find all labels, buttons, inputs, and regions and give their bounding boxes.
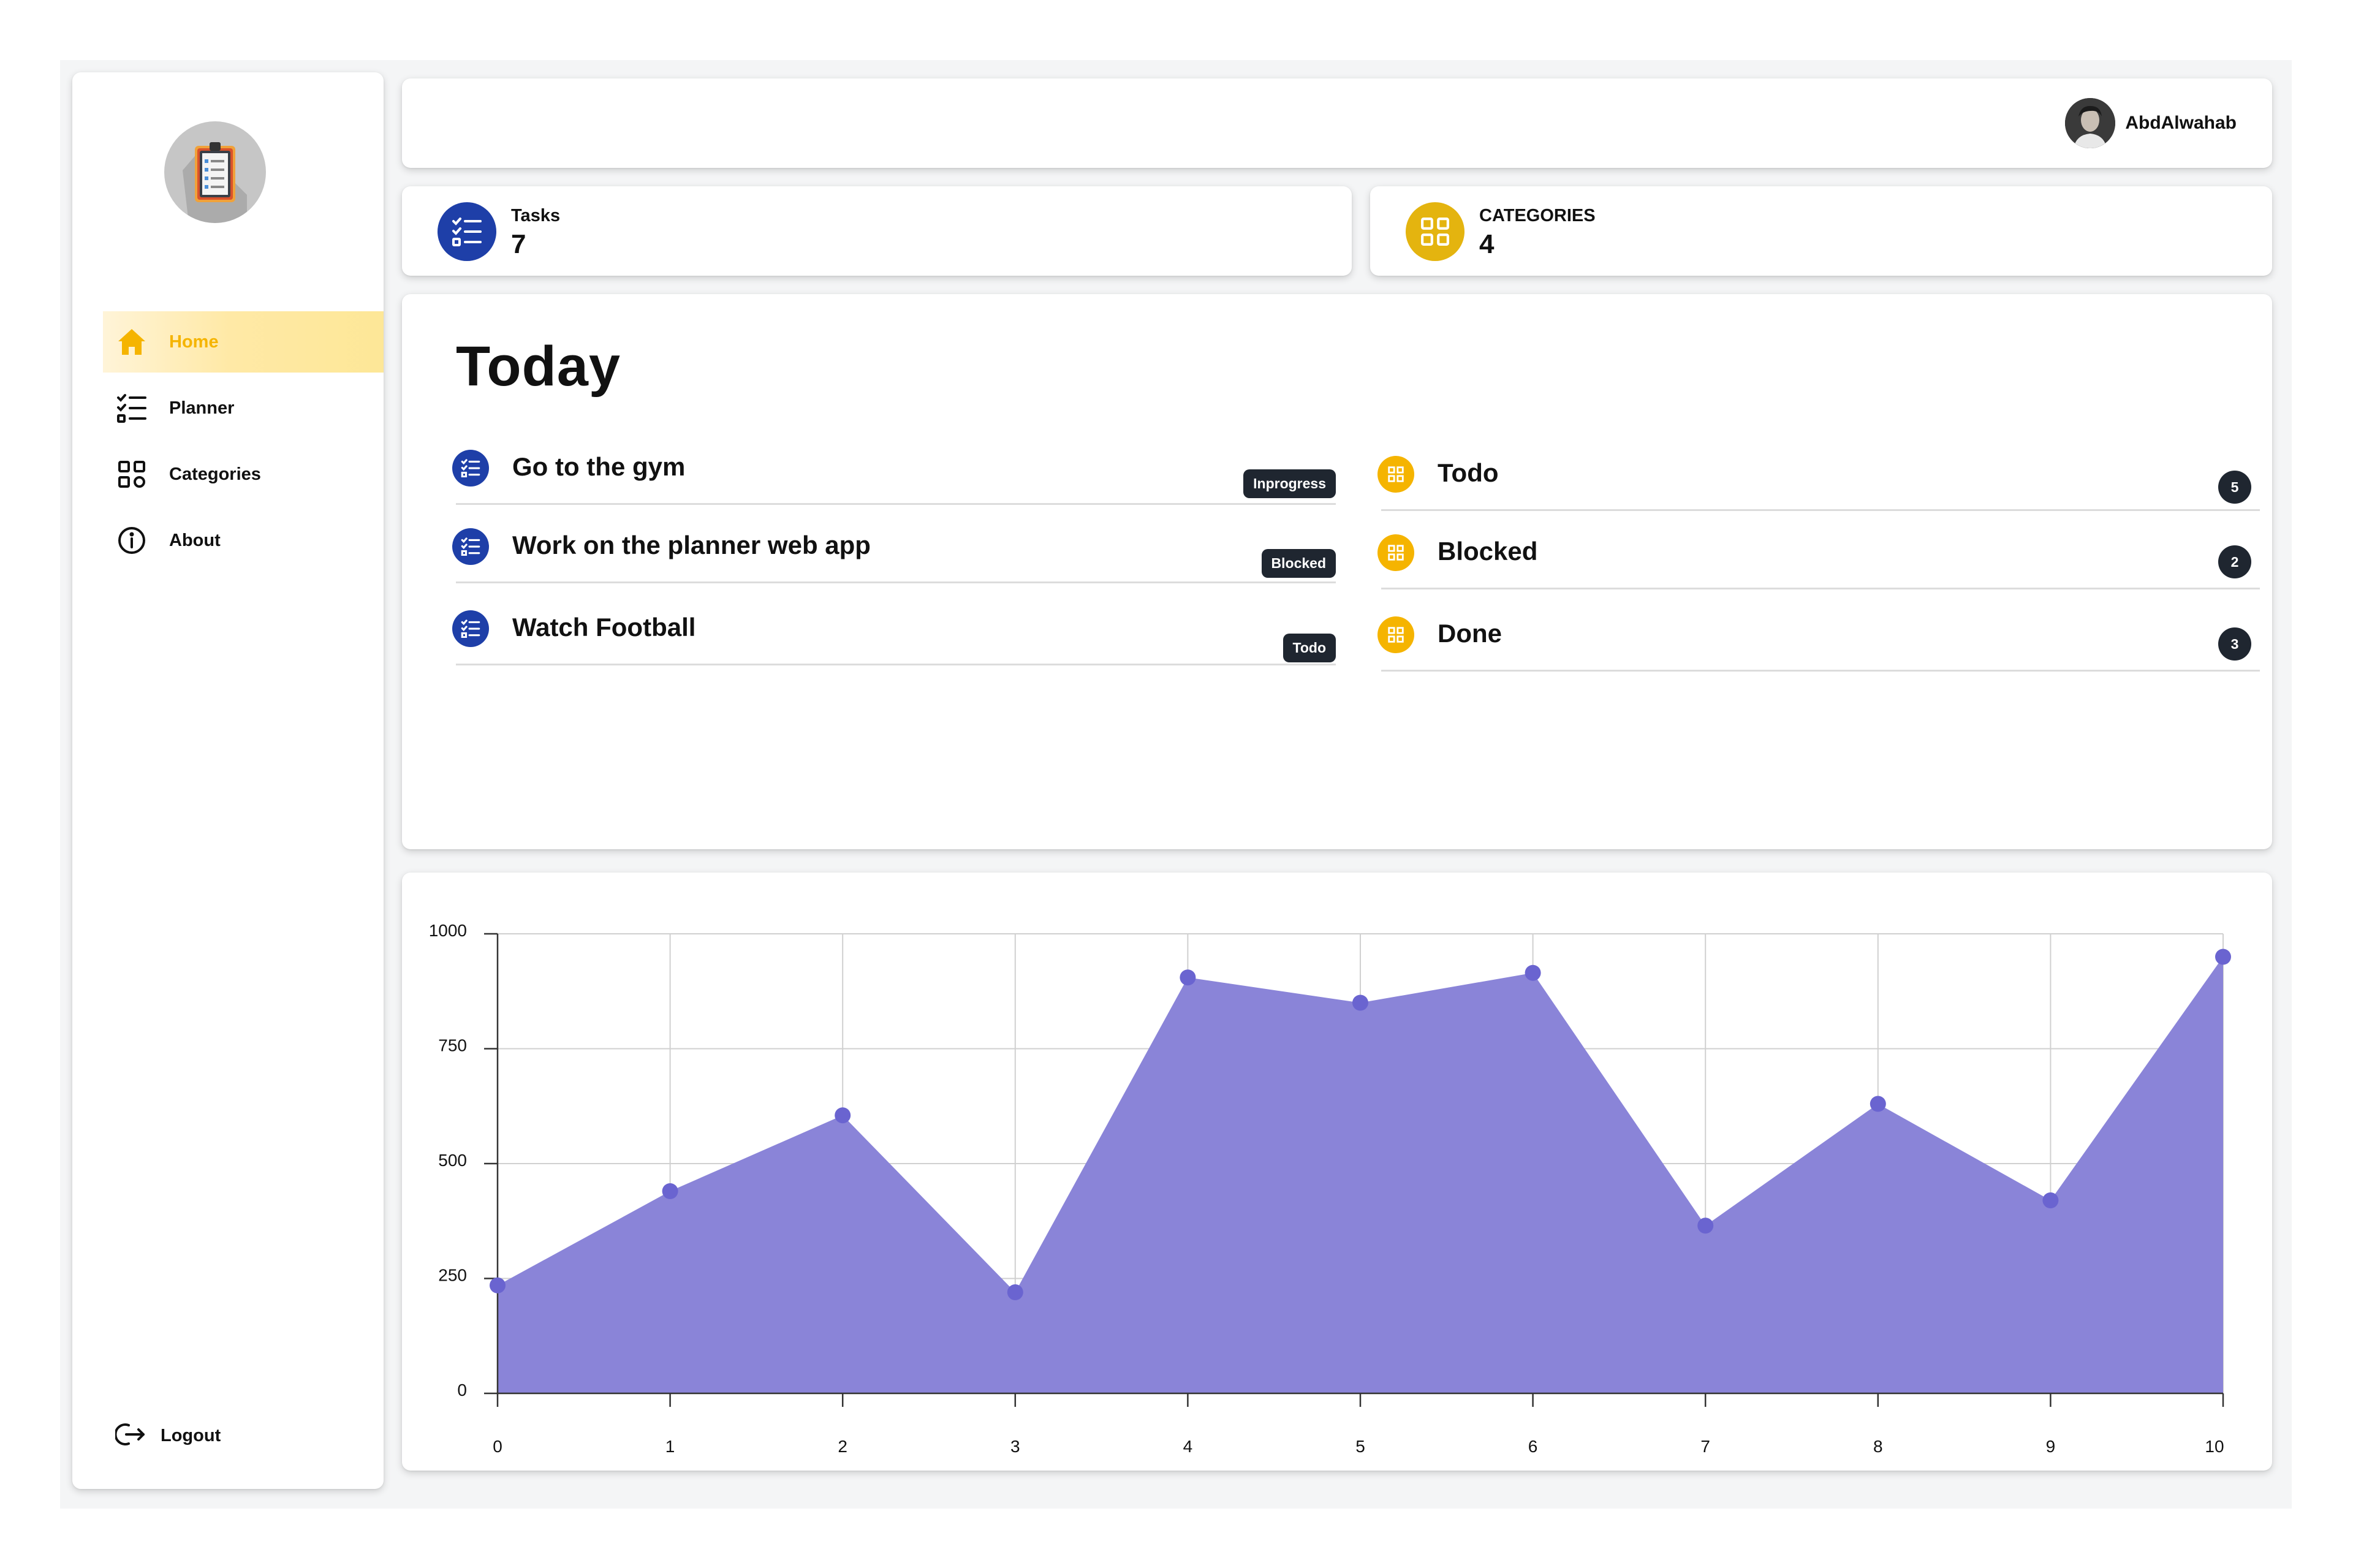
x-tick-label: 5 — [1355, 1437, 1365, 1456]
category-row[interactable]: Done 3 — [1377, 613, 2260, 672]
sidebar-item-about[interactable]: About — [103, 510, 384, 571]
area-series — [498, 956, 2223, 1393]
sidebar: Home Planner Categories About Logout — [72, 72, 384, 1489]
sidebar-item-label: Home — [169, 331, 219, 352]
data-point — [2215, 949, 2231, 965]
top-bar: AbdAlwahab — [402, 78, 2272, 168]
x-tick-label: 4 — [1183, 1437, 1193, 1456]
data-point — [1697, 1218, 1714, 1234]
data-point — [2042, 1192, 2059, 1208]
logout-icon — [114, 1420, 146, 1452]
grid-icon — [1377, 534, 1414, 571]
today-panel: Today Go to the gym Inprogress Work on t… — [402, 294, 2272, 849]
count-badge: 2 — [2218, 545, 2251, 578]
status-badge: Todo — [1283, 634, 1336, 662]
checklist-icon — [452, 610, 489, 647]
avatar — [2065, 98, 2116, 148]
checklist-icon — [452, 450, 489, 487]
grid-icon — [1377, 456, 1414, 493]
page-title: Today — [456, 335, 621, 398]
data-point — [835, 1107, 851, 1124]
x-tick-label: 10 — [2205, 1437, 2224, 1456]
task-name: Work on the planner web app — [512, 531, 871, 559]
area-chart: 0 250 500 750 1000 0 1 2 3 4 5 6 7 8 9 10 — [429, 921, 2231, 1456]
x-tick-label: 1 — [665, 1437, 675, 1456]
category-name: Done — [1438, 619, 1502, 648]
data-point — [1352, 994, 1368, 1011]
sidebar-item-label: Categories — [169, 464, 261, 484]
data-point — [1180, 969, 1196, 986]
x-tick-label: 0 — [493, 1437, 502, 1456]
sidebar-item-planner[interactable]: Planner — [103, 377, 384, 439]
logout-label: Logout — [161, 1426, 221, 1445]
info-icon — [115, 524, 148, 557]
count-badge: 5 — [2218, 471, 2251, 504]
app-logo — [164, 121, 266, 223]
chart-panel: 0 250 500 750 1000 0 1 2 3 4 5 6 7 8 9 10 — [402, 873, 2272, 1471]
data-point — [1007, 1284, 1023, 1300]
x-tick-label: 3 — [1010, 1437, 1020, 1456]
x-tick-label: 9 — [2046, 1437, 2056, 1456]
y-tick-label: 1000 — [429, 921, 467, 940]
category-row[interactable]: Blocked 2 — [1377, 531, 2260, 589]
categories-stat-label: CATEGORIES — [1479, 206, 1596, 225]
tasks-stat-value: 7 — [511, 229, 526, 259]
category-name: Blocked — [1438, 537, 1538, 566]
x-tick-label: 6 — [1528, 1437, 1538, 1456]
status-badge: Blocked — [1261, 549, 1336, 578]
x-tick-label: 8 — [1873, 1437, 1883, 1456]
grid-icon — [115, 458, 148, 491]
task-row[interactable]: Watch Football Todo — [452, 607, 1336, 665]
task-name: Watch Football — [512, 613, 696, 642]
user-menu[interactable]: AbdAlwahab — [2065, 98, 2237, 148]
count-badge: 3 — [2218, 627, 2251, 661]
data-point — [1525, 964, 1541, 981]
logout-button[interactable]: Logout — [114, 1420, 221, 1452]
sidebar-item-categories[interactable]: Categories — [103, 444, 384, 505]
y-tick-label: 250 — [438, 1266, 467, 1285]
category-row[interactable]: Todo 5 — [1377, 452, 2260, 511]
sidebar-item-home[interactable]: Home — [103, 311, 384, 373]
sidebar-item-label: About — [169, 530, 221, 550]
x-tick-label: 2 — [838, 1437, 847, 1456]
home-icon — [115, 325, 148, 358]
grid-icon — [1406, 202, 1464, 261]
y-tick-label: 0 — [457, 1381, 467, 1399]
categories-stat-card[interactable]: CATEGORIES 4 — [1370, 186, 2272, 276]
data-point — [662, 1183, 678, 1199]
task-row[interactable]: Work on the planner web app Blocked — [452, 525, 1336, 583]
task-row[interactable]: Go to the gym Inprogress — [452, 446, 1336, 505]
y-tick-label: 750 — [438, 1036, 467, 1055]
user-name: AbdAlwahab — [2125, 113, 2237, 133]
x-tick-label: 7 — [1700, 1437, 1710, 1456]
task-name: Go to the gym — [512, 452, 686, 481]
tasks-stat-card[interactable]: Tasks 7 — [402, 186, 1352, 276]
checklist-icon — [438, 202, 496, 261]
categories-stat-value: 4 — [1479, 229, 1495, 259]
app-background: Home Planner Categories About Logout Abd… — [60, 60, 2292, 1509]
checklist-icon — [452, 528, 489, 565]
sidebar-item-label: Planner — [169, 398, 235, 418]
data-point — [490, 1277, 506, 1293]
y-tick-label: 500 — [438, 1151, 467, 1170]
category-name: Todo — [1438, 458, 1499, 487]
grid-icon — [1377, 616, 1414, 653]
data-point — [1870, 1096, 1886, 1112]
status-badge: Inprogress — [1243, 469, 1336, 498]
checklist-icon — [115, 392, 148, 425]
tasks-stat-label: Tasks — [511, 206, 561, 225]
